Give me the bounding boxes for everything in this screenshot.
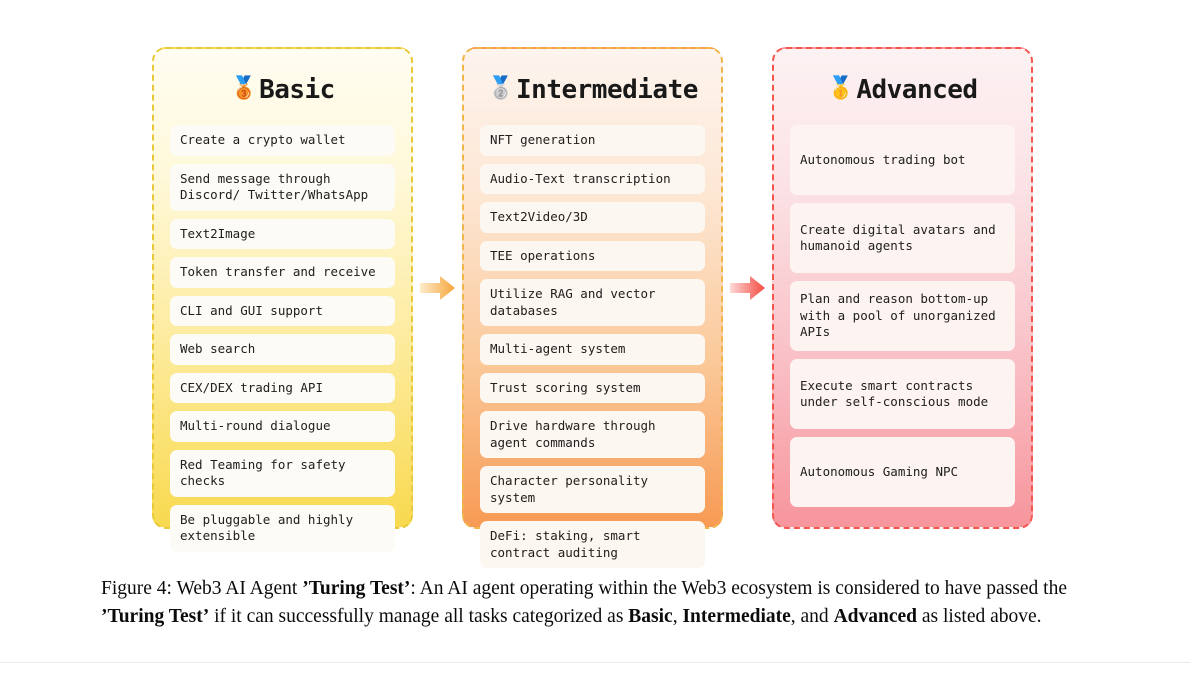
gap-intermediate-advanced bbox=[723, 47, 772, 529]
list-item[interactable]: Execute smart contracts under self-consc… bbox=[790, 359, 1015, 429]
list-item[interactable]: Create a crypto wallet bbox=[170, 125, 395, 156]
bronze-medal-icon: 🥉 bbox=[230, 76, 258, 101]
silver-medal-icon: 🥈 bbox=[487, 76, 515, 101]
list-item[interactable]: Drive hardware through agent commands bbox=[480, 411, 705, 458]
list-item[interactable]: Text2Video/3D bbox=[480, 202, 705, 233]
arrow-basic-to-intermediate bbox=[419, 275, 456, 301]
list-item[interactable]: Plan and reason bottom-up with a pool of… bbox=[790, 281, 1015, 351]
column-basic-items: Create a crypto wallet Send message thro… bbox=[170, 125, 395, 552]
caption-bold-basic: Basic bbox=[628, 605, 673, 627]
column-basic-title-text: Basic bbox=[259, 75, 335, 105]
page-footer-divider bbox=[0, 662, 1190, 663]
turing-test-figure: 🥉 Basic Create a crypto wallet Send mess… bbox=[0, 0, 1190, 568]
caption-text-5: , and bbox=[790, 605, 834, 627]
list-item[interactable]: Trust scoring system bbox=[480, 372, 705, 403]
arrow-intermediate-to-advanced bbox=[729, 275, 766, 301]
list-item[interactable]: TEE operations bbox=[480, 240, 705, 271]
list-item[interactable]: Multi-agent system bbox=[480, 334, 705, 365]
list-item[interactable]: NFT generation bbox=[480, 125, 705, 156]
list-item[interactable]: DeFi: staking, smart contract auditing bbox=[480, 521, 705, 568]
list-item[interactable]: Token transfer and receive bbox=[170, 257, 395, 288]
caption-text-4: , bbox=[672, 605, 683, 627]
caption-bold-1: ’Turing Test’ bbox=[302, 578, 411, 599]
list-item[interactable]: Text2Image bbox=[170, 218, 395, 249]
caption-bold-intermediate: Intermediate bbox=[682, 605, 791, 627]
list-item[interactable]: CLI and GUI support bbox=[170, 295, 395, 326]
list-item[interactable]: Character personality system bbox=[480, 466, 705, 513]
gap-basic-intermediate bbox=[413, 47, 462, 529]
list-item[interactable]: Web search bbox=[170, 334, 395, 365]
list-item[interactable]: Be pluggable and highly extensible bbox=[170, 504, 395, 552]
figure-page: 🥉 Basic Create a crypto wallet Send mess… bbox=[0, 0, 1190, 680]
list-item[interactable]: Send message through Discord/ Twitter/Wh… bbox=[170, 163, 395, 211]
column-basic: 🥉 Basic Create a crypto wallet Send mess… bbox=[152, 47, 413, 552]
gold-medal-icon: 🥇 bbox=[827, 76, 855, 101]
caption-text-3: if it can successfully manage all tasks … bbox=[209, 605, 629, 627]
column-intermediate-title: 🥈 Intermediate bbox=[480, 75, 705, 105]
list-item[interactable]: Multi-round dialogue bbox=[170, 411, 395, 442]
column-advanced: 🥇 Advanced Autonomous trading bot Create… bbox=[772, 47, 1033, 529]
list-item[interactable]: Red Teaming for safety checks bbox=[170, 449, 395, 497]
column-basic-title: 🥉 Basic bbox=[170, 75, 395, 105]
column-intermediate: 🥈 Intermediate NFT generation Audio-Text… bbox=[462, 47, 723, 568]
list-item[interactable]: CEX/DEX trading API bbox=[170, 372, 395, 403]
list-item[interactable]: Autonomous trading bot bbox=[790, 125, 1015, 195]
list-item[interactable]: Utilize RAG and vector databases bbox=[480, 279, 705, 326]
column-intermediate-items: NFT generation Audio-Text transcription … bbox=[480, 125, 705, 568]
caption-text-2: : An AI agent operating within the Web3 … bbox=[410, 578, 1067, 599]
caption-label: Figure 4: bbox=[101, 578, 172, 599]
capability-columns: 🥉 Basic Create a crypto wallet Send mess… bbox=[152, 47, 1034, 568]
list-item[interactable]: Autonomous Gaming NPC bbox=[790, 437, 1015, 507]
caption-text-6: as listed above. bbox=[917, 605, 1042, 627]
list-item[interactable]: Audio-Text transcription bbox=[480, 163, 705, 194]
figure-caption: Figure 4: Web3 AI Agent ’Turing Test’: A… bbox=[101, 575, 1091, 630]
column-intermediate-title-text: Intermediate bbox=[516, 75, 698, 105]
caption-text-1: Web3 AI Agent bbox=[171, 578, 303, 599]
list-item[interactable]: Create digital avatars and humanoid agen… bbox=[790, 203, 1015, 273]
caption-bold-advanced: Advanced bbox=[833, 605, 917, 627]
column-advanced-title-text: Advanced bbox=[856, 75, 978, 105]
column-advanced-items: Autonomous trading bot Create digital av… bbox=[790, 125, 1015, 507]
column-advanced-title: 🥇 Advanced bbox=[790, 75, 1015, 105]
caption-bold-2: ’Turing Test’ bbox=[101, 605, 210, 627]
